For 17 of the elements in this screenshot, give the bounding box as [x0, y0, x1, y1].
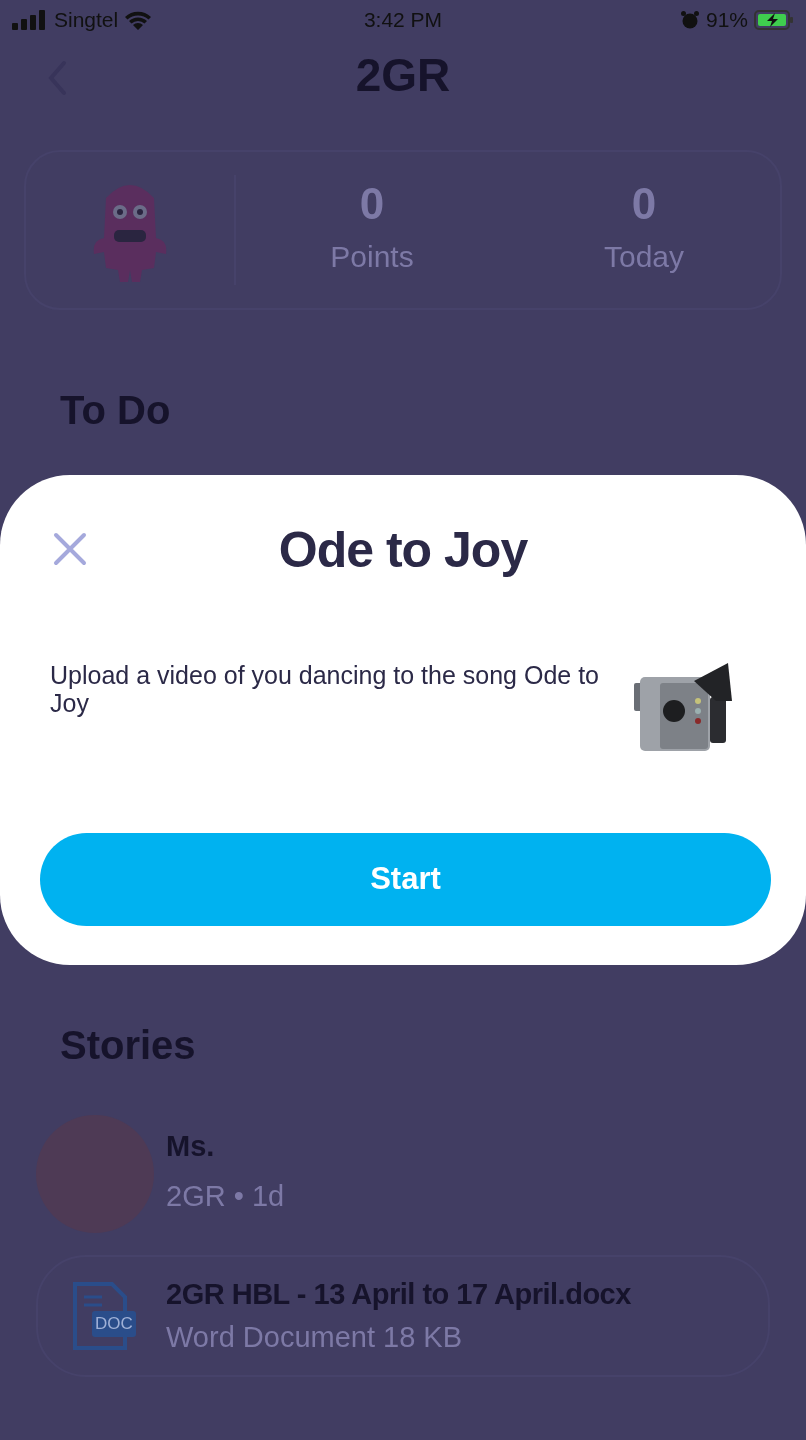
signal-icon	[12, 10, 48, 30]
start-button[interactable]: Start	[40, 833, 771, 926]
wifi-icon	[124, 10, 153, 30]
stat-value: 0	[359, 181, 385, 226]
alarm-icon	[679, 10, 700, 30]
stat-label: Today	[603, 238, 685, 275]
battery-percent: 91%	[705, 7, 748, 34]
clock-time: 3:42 PM	[363, 7, 443, 34]
doc-badge: DOC	[92, 1311, 136, 1337]
modal-title: Ode to Joy	[278, 520, 528, 580]
stat-label: Points	[330, 238, 414, 275]
battery-icon	[754, 10, 794, 30]
file-details: Word Document 18 KB	[166, 1320, 464, 1355]
carrier-name: Singtel	[54, 7, 119, 34]
task-description: Upload a video of you dancing to the song Ode to Joy	[50, 661, 600, 717]
post-meta: 2GR • 1d	[166, 1178, 285, 1214]
stat-value: 0	[631, 181, 657, 226]
